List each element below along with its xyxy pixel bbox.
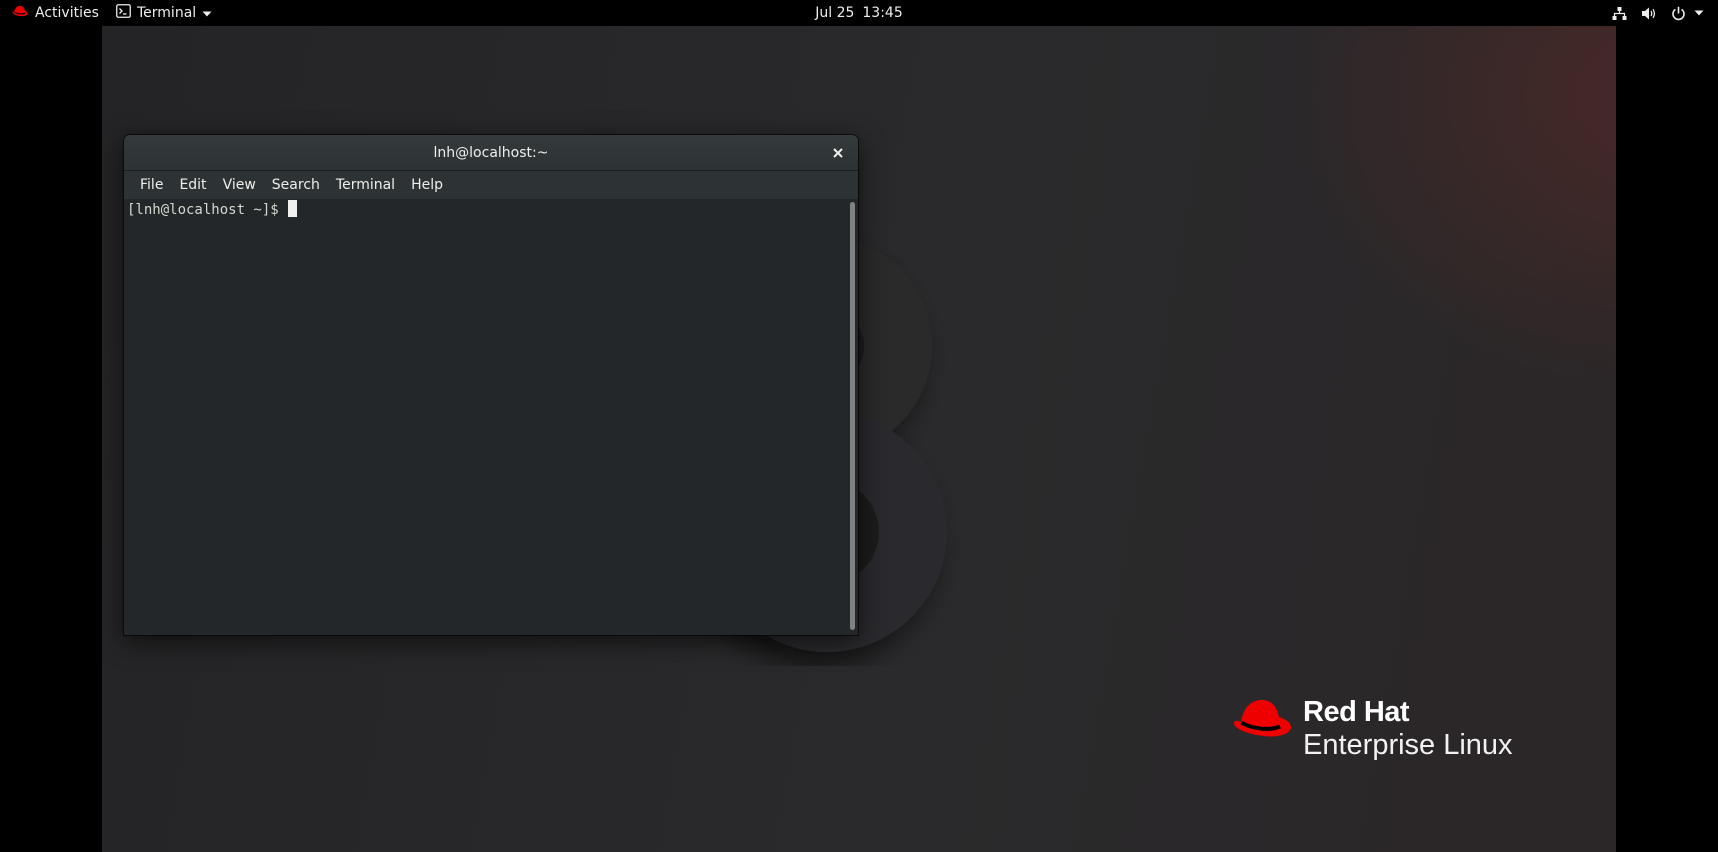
volume-icon[interactable] [1641,6,1657,21]
terminal-window[interactable]: lnh@localhost:~ File Edit View Search Te… [124,135,858,635]
app-menu-label: Terminal [137,5,197,21]
text-cursor [288,200,298,217]
redhat-icon [12,5,28,21]
menu-file[interactable]: File [132,171,171,199]
redhat-brand-text: Red Hat [1303,696,1410,728]
terminal-output-area[interactable]: [lnh@localhost ~]$ [124,199,858,635]
clock: Jul 25 13:45 [0,0,1718,26]
menu-view[interactable]: View [215,171,264,199]
chevron-down-icon [202,5,212,21]
activities-button[interactable]: Activities [12,0,99,26]
chevron-down-icon[interactable] [1694,10,1704,16]
close-icon [833,148,843,158]
top-bar: Activities Terminal Jul 25 13:45 [0,0,1718,26]
power-icon[interactable] [1671,6,1686,21]
close-button[interactable] [828,143,848,163]
window-title: lnh@localhost:~ [433,144,549,161]
clock-time: 13:45 [862,5,903,21]
scrollbar[interactable] [850,202,855,630]
window-titlebar[interactable]: lnh@localhost:~ [124,135,858,171]
terminal-app-icon [116,4,131,22]
activities-label: Activities [35,5,99,21]
menu-bar: File Edit View Search Terminal Help [124,171,858,199]
menu-help[interactable]: Help [403,171,451,199]
network-icon[interactable] [1612,6,1627,21]
clock-button[interactable]: Jul 25 13:45 [815,5,903,21]
menu-terminal[interactable]: Terminal [328,171,403,199]
shell-prompt: [lnh@localhost ~]$ [127,202,288,218]
redhat-product-text: Enterprise Linux [1303,729,1513,761]
redhat-logo: Red Hat Enterprise Linux [1232,696,1513,760]
menu-search[interactable]: Search [264,171,328,199]
terminal-text: [lnh@localhost ~]$ [127,200,298,220]
menu-edit[interactable]: Edit [171,171,214,199]
redhat-hat-icon [1234,700,1291,737]
clock-date: Jul 25 [815,5,855,21]
system-tray[interactable] [1598,0,1704,26]
app-menu-button[interactable]: Terminal [116,0,212,26]
